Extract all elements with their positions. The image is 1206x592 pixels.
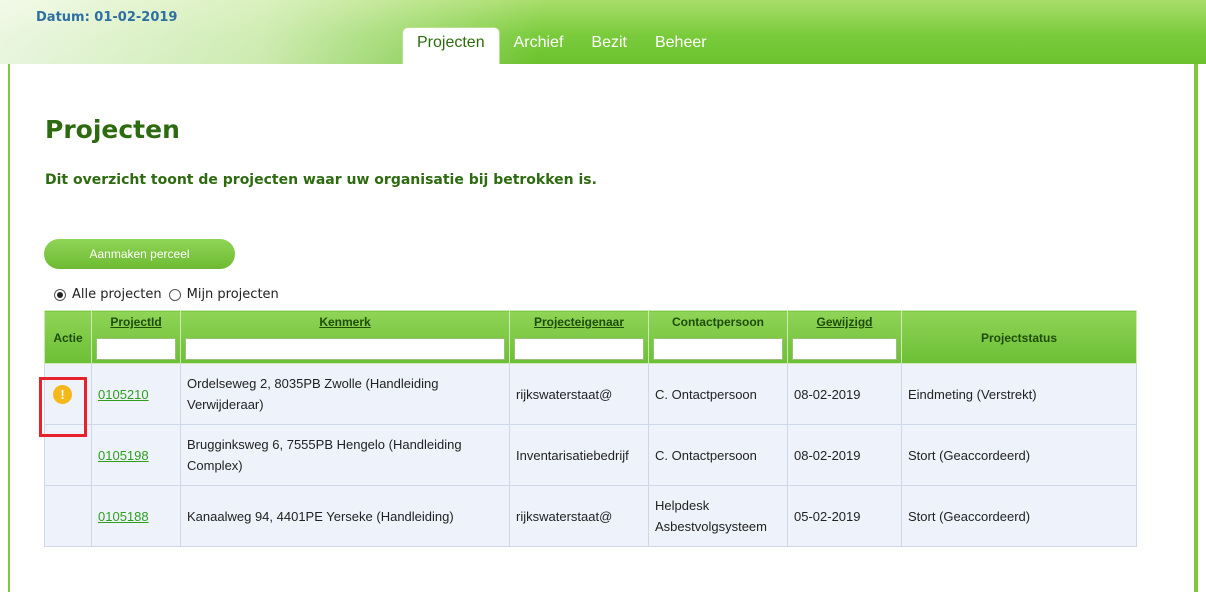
cell-status: Eindmeting (Verstrekt) — [901, 363, 1137, 425]
cell-status: Stort (Geaccordeerd) — [901, 485, 1137, 547]
project-id-link[interactable]: 0105188 — [98, 509, 149, 524]
cell-contact: Helpdesk Asbestvolgsysteem — [648, 485, 788, 547]
cell-projectid: 0105188 — [91, 485, 181, 547]
sort-eigenaar-link[interactable]: Projecteigenaar — [534, 315, 624, 329]
cell-kenmerk: Ordelseweg 2, 8035PB Zwolle (Handleiding… — [180, 363, 510, 425]
page-title: Projecten — [45, 115, 180, 144]
cell-gewijzigd: 05-02-2019 — [787, 485, 902, 547]
radio-all-label: Alle projecten — [72, 287, 162, 302]
col-header-actie: Actie — [44, 310, 92, 364]
cell-gewijzigd: 08-02-2019 — [787, 424, 902, 486]
cell-contact: C. Ontactpersoon — [648, 363, 788, 425]
col-label-contact: Contactpersoon — [671, 315, 764, 329]
main-tabs: Projecten Archief Bezit Beheer — [402, 27, 721, 64]
filter-kenmerk-input[interactable] — [185, 338, 505, 360]
col-header-eigenaar: Projecteigenaar — [509, 310, 649, 364]
radio-mine-label: Mijn projecten — [186, 287, 279, 302]
sort-kenmerk-link[interactable]: Kenmerk — [319, 315, 370, 329]
project-filter: Alle projecten Mijn projecten — [54, 287, 286, 302]
table-header-row: Actie ProjectId Kenmerk Projecteigenaar … — [44, 310, 1137, 364]
radio-my-projects[interactable] — [168, 288, 181, 301]
filter-gewijzigd-input[interactable] — [792, 338, 897, 360]
filter-eigenaar-input[interactable] — [514, 338, 644, 360]
project-id-link[interactable]: 0105198 — [98, 448, 149, 463]
cell-gewijzigd: 08-02-2019 — [787, 363, 902, 425]
date-label: Datum: 01-02-2019 — [36, 10, 178, 25]
table-row: 0105198 Brugginksweg 6, 7555PB Hengelo (… — [44, 424, 1137, 486]
highlight-box — [39, 377, 87, 437]
cell-projectid: 0105210 — [91, 363, 181, 425]
cell-actie — [44, 485, 92, 547]
col-header-projectid: ProjectId — [91, 310, 181, 364]
table-row: ! 0105210 Ordelseweg 2, 8035PB Zwolle (H… — [44, 363, 1137, 425]
cell-eigenaar: Inventarisatiebedrijf — [509, 424, 649, 486]
col-header-contact: Contactpersoon — [648, 310, 788, 364]
cell-kenmerk: Brugginksweg 6, 7555PB Hengelo (Handleid… — [180, 424, 510, 486]
projects-table: Actie ProjectId Kenmerk Projecteigenaar … — [44, 310, 1137, 547]
col-header-status: Projectstatus — [901, 310, 1137, 364]
cell-eigenaar: rijkswaterstaat@ — [509, 485, 649, 547]
col-label-actie: Actie — [53, 330, 83, 345]
col-header-kenmerk: Kenmerk — [180, 310, 510, 364]
sort-gewijzigd-link[interactable]: Gewijzigd — [816, 315, 872, 329]
radio-all-projects[interactable] — [54, 288, 66, 301]
project-id-link[interactable]: 0105210 — [98, 387, 149, 402]
page-subtitle: Dit overzicht toont de projecten waar uw… — [45, 172, 597, 188]
cell-kenmerk: Kanaalweg 94, 4401PE Yerseke (Handleidin… — [180, 485, 510, 547]
cell-contact: C. Ontactpersoon — [648, 424, 788, 486]
cell-eigenaar: rijkswaterstaat@ — [509, 363, 649, 425]
cell-projectid: 0105198 — [91, 424, 181, 486]
table-row: 0105188 Kanaalweg 94, 4401PE Yerseke (Ha… — [44, 485, 1137, 547]
col-label-status: Projectstatus — [980, 330, 1058, 345]
cell-status: Stort (Geaccordeerd) — [901, 424, 1137, 486]
tab-archief[interactable]: Archief — [500, 28, 578, 64]
create-parcel-button[interactable]: Aanmaken perceel — [44, 239, 235, 269]
sort-projectid-link[interactable]: ProjectId — [110, 315, 161, 329]
tab-beheer[interactable]: Beheer — [641, 28, 721, 64]
tab-projecten[interactable]: Projecten — [402, 27, 500, 64]
col-header-gewijzigd: Gewijzigd — [787, 310, 902, 364]
filter-projectid-input[interactable] — [96, 338, 176, 360]
filter-contact-input[interactable] — [653, 338, 783, 360]
tab-bezit[interactable]: Bezit — [577, 28, 641, 64]
